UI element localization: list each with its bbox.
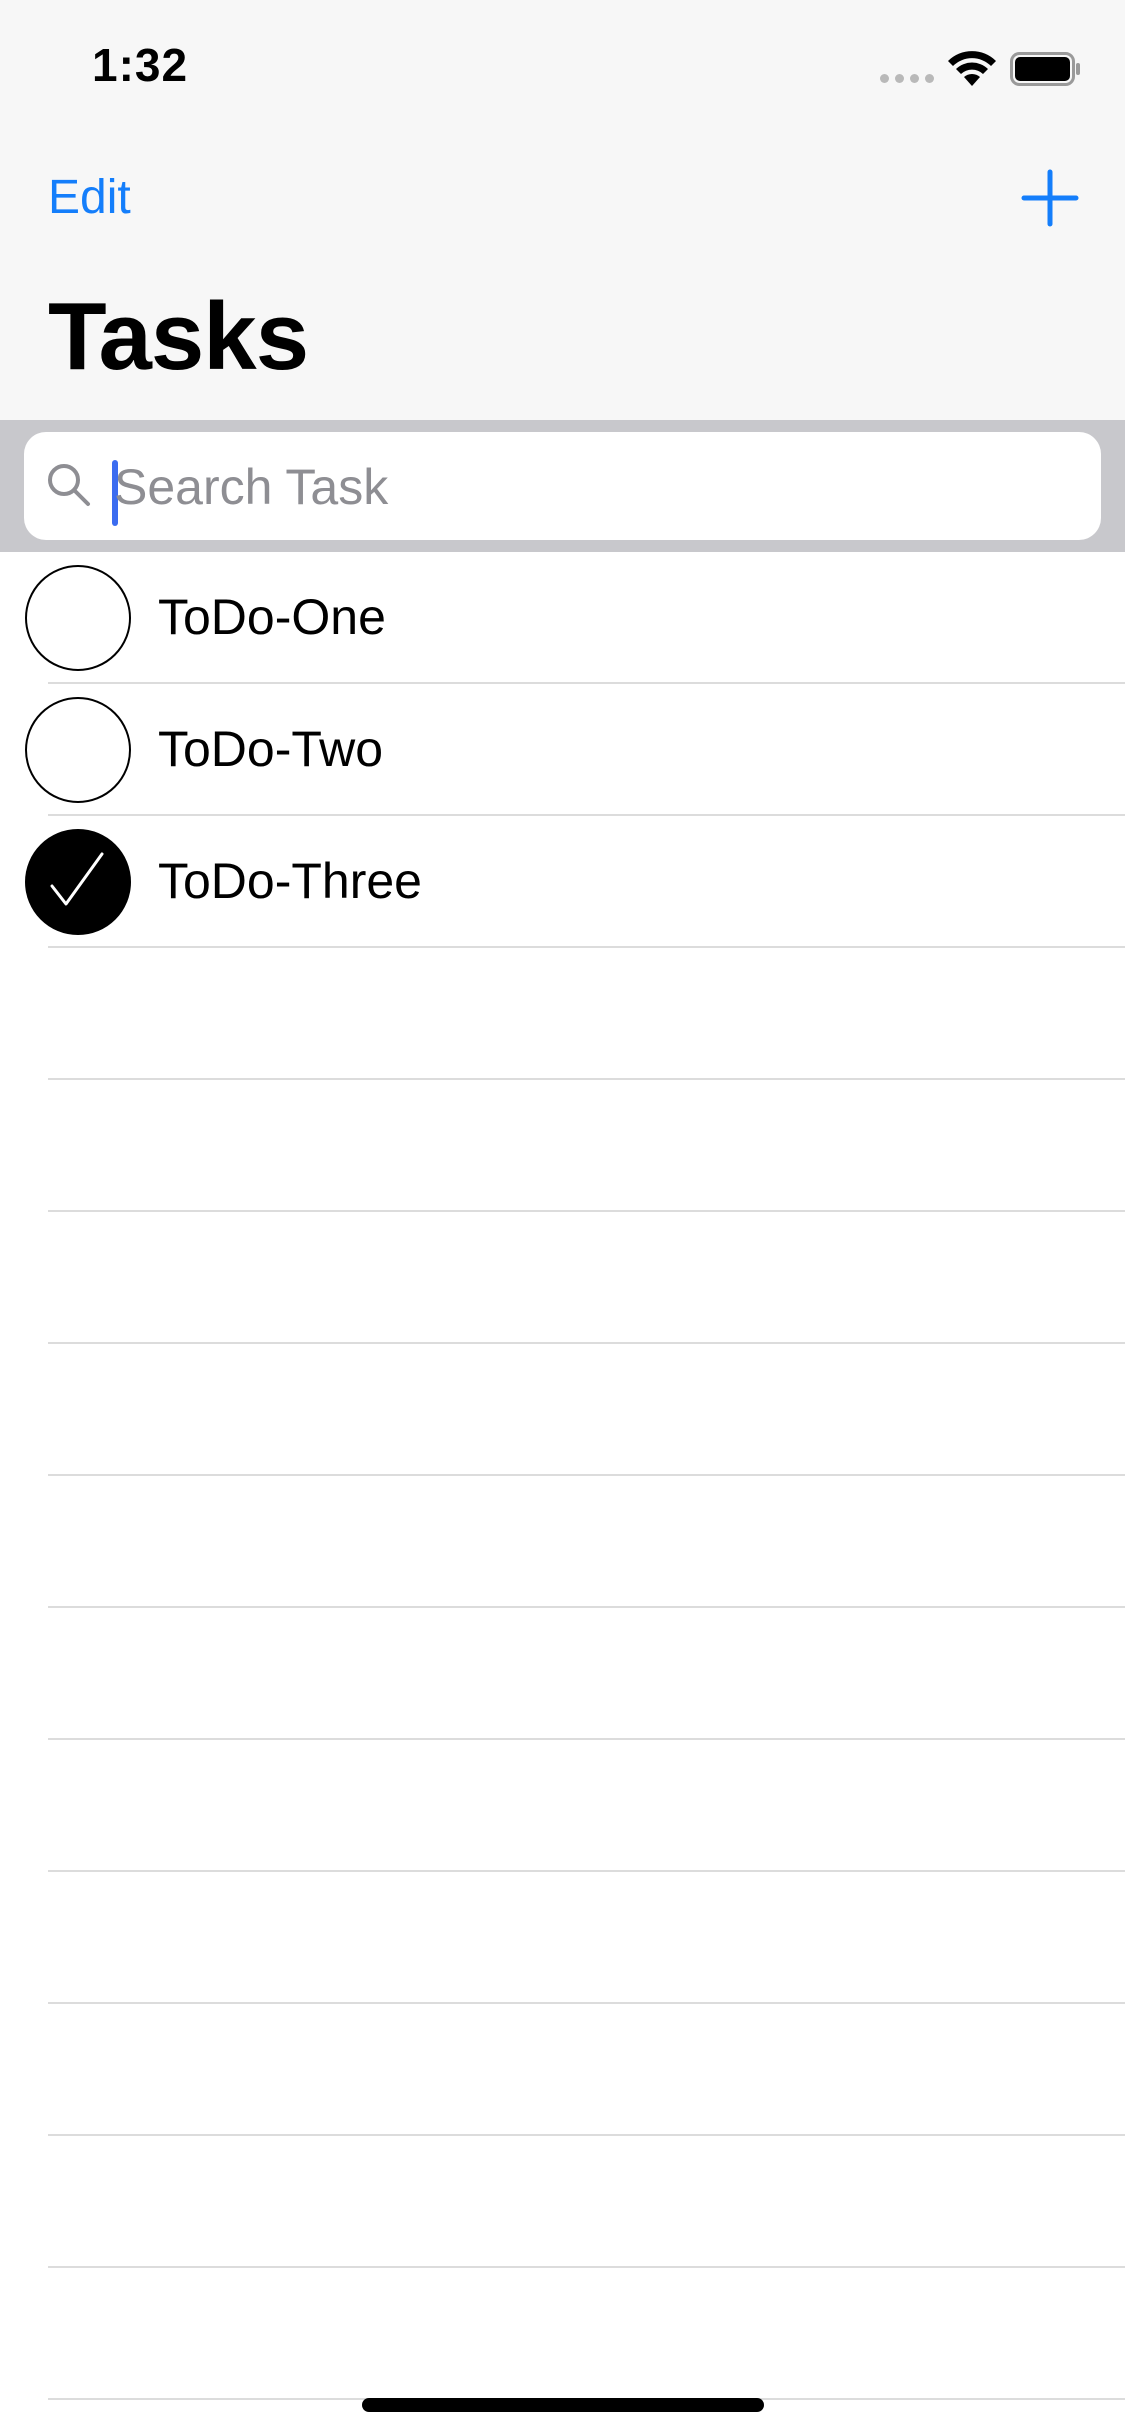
empty-row: [0, 2004, 1125, 2136]
empty-row: [0, 2136, 1125, 2268]
app-screen: 1:32 Edit Tasks Search Task ToDo-One ToD…: [0, 0, 1125, 2436]
task-row[interactable]: ToDo-Two: [0, 684, 1125, 816]
task-label: ToDo-Two: [158, 721, 384, 777]
task-list: ToDo-One ToDo-Two ToDo-Three: [0, 552, 1125, 2400]
navigation-header: 1:32 Edit Tasks: [0, 0, 1125, 420]
search-placeholder: Search Task: [114, 459, 389, 515]
empty-row: [0, 1608, 1125, 1740]
empty-row: [0, 1872, 1125, 2004]
checked-circle-icon[interactable]: [24, 828, 132, 936]
empty-row: [0, 1080, 1125, 1212]
battery-icon: [1010, 52, 1080, 86]
empty-row: [0, 2268, 1125, 2400]
page-title: Tasks: [48, 283, 309, 390]
status-time: 1:32: [92, 39, 189, 91]
task-row[interactable]: ToDo-One: [0, 552, 1125, 684]
task-label: ToDo-Three: [158, 853, 422, 909]
empty-row: [0, 1212, 1125, 1344]
search-input[interactable]: Search Task: [24, 432, 1101, 540]
empty-row: [0, 1740, 1125, 1872]
empty-row: [0, 948, 1125, 1080]
empty-row: [0, 1476, 1125, 1608]
home-indicator[interactable]: [362, 2398, 764, 2412]
unchecked-circle-icon[interactable]: [24, 696, 132, 804]
plus-icon[interactable]: [1020, 168, 1080, 228]
edit-button[interactable]: Edit: [48, 170, 131, 225]
task-row[interactable]: ToDo-Three: [0, 816, 1125, 948]
empty-row: [0, 1344, 1125, 1476]
cellular-signal-icon: [880, 74, 934, 83]
task-label: ToDo-One: [158, 589, 386, 645]
search-bar: Search Task: [0, 420, 1125, 552]
wifi-icon: [948, 51, 996, 86]
unchecked-circle-icon[interactable]: [24, 564, 132, 672]
search-icon: [48, 464, 90, 506]
